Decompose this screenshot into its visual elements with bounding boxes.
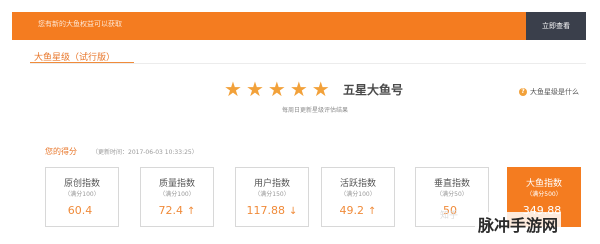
update-time: （更新时间：2017-06-03 10:33:25） bbox=[92, 149, 198, 156]
rating-subtitle: 每周日更新星级评估结果 bbox=[282, 107, 349, 114]
score-heading: 您的得分 bbox=[45, 147, 77, 156]
view-now-button[interactable]: 立即查看 bbox=[526, 12, 586, 40]
card-value: 60.4 bbox=[67, 204, 93, 217]
card-max: （满分500） bbox=[526, 191, 562, 198]
card-value-row: 117.88 ↓ bbox=[236, 204, 308, 217]
trend-up-icon: ↑ bbox=[187, 206, 196, 217]
star-rating: ★ ★ ★ ★ ★ bbox=[224, 78, 330, 100]
help-label: 大鱼星级是什么 bbox=[530, 88, 579, 96]
card-value-row: 72.4 ↑ bbox=[141, 204, 213, 217]
tab-divider bbox=[30, 63, 586, 64]
card-max: （满分100） bbox=[64, 191, 100, 198]
brand-watermark: 脉冲手游网 bbox=[475, 212, 562, 236]
card-max: （满分100） bbox=[340, 191, 376, 198]
card-value: 72.4 bbox=[158, 204, 184, 217]
notification-banner: 您有新的大鱼权益可以获取 立即查看 bbox=[12, 12, 586, 40]
star-icon: ★ bbox=[311, 77, 330, 101]
rating-title: 五星大鱼号 bbox=[343, 83, 404, 97]
card-max: （满分150） bbox=[254, 191, 290, 198]
banner-text: 您有新的大鱼权益可以获取 bbox=[38, 20, 122, 28]
star-icon: ★ bbox=[245, 77, 264, 101]
card-name: 质量指数 bbox=[158, 179, 195, 189]
card-value: 117.88 bbox=[246, 204, 286, 217]
card-value: 49.2 bbox=[339, 204, 365, 217]
card-name: 垂直指数 bbox=[433, 179, 470, 189]
card-max: （满分100） bbox=[159, 191, 195, 198]
card-name: 活跃指数 bbox=[339, 179, 376, 189]
card-value-row: 60.4 bbox=[46, 204, 118, 217]
question-icon: ? bbox=[519, 88, 527, 96]
score-card-originality: 原创指数 （满分100） 60.4 bbox=[45, 167, 119, 227]
trend-down-icon: ↓ bbox=[289, 206, 298, 217]
trend-up-icon: ↑ bbox=[368, 206, 377, 217]
help-link[interactable]: ? 大鱼星级是什么 bbox=[519, 87, 579, 97]
watermark: 知乎 bbox=[440, 211, 459, 221]
card-max: （满分50） bbox=[436, 191, 468, 198]
star-icon: ★ bbox=[224, 77, 242, 101]
score-card-activity: 活跃指数 （满分100） 49.2 ↑ bbox=[321, 167, 395, 227]
card-name: 用户指数 bbox=[253, 179, 290, 189]
score-card-quality: 质量指数 （满分100） 72.4 ↑ bbox=[140, 167, 214, 227]
card-name: 原创指数 bbox=[63, 179, 100, 189]
card-name: 大鱼指数 bbox=[525, 179, 562, 189]
card-value-row: 49.2 ↑ bbox=[322, 204, 394, 217]
score-card-users: 用户指数 （满分150） 117.88 ↓ bbox=[235, 167, 309, 227]
star-icon: ★ bbox=[267, 77, 286, 101]
star-icon: ★ bbox=[289, 77, 308, 101]
